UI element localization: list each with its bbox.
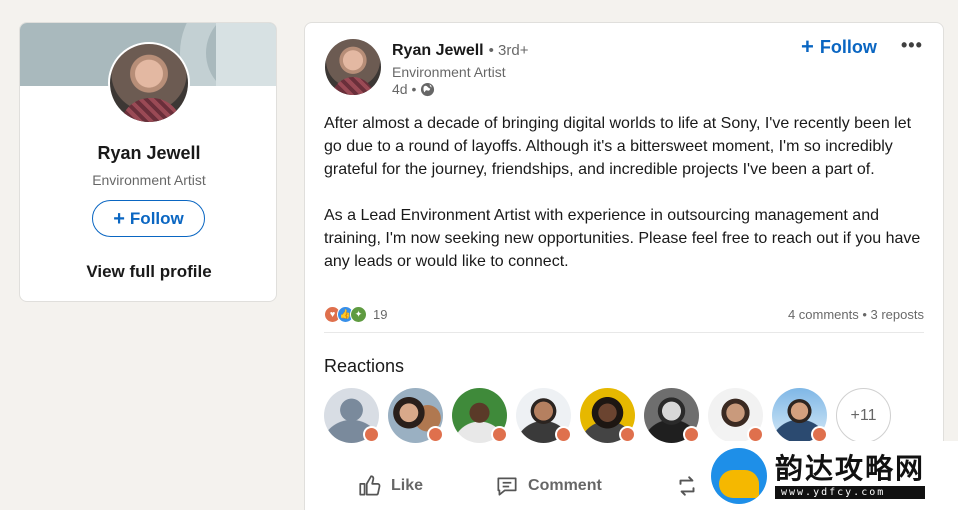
banner-decoration-right xyxy=(216,23,276,86)
view-full-profile-link[interactable]: View full profile xyxy=(20,262,276,282)
profile-avatar[interactable] xyxy=(108,42,190,124)
reactor-avatar[interactable] xyxy=(452,388,508,443)
reaction-summary[interactable]: ♥ 👍 ✦ 19 xyxy=(324,305,388,323)
reactor-avatar[interactable] xyxy=(516,388,572,443)
post-card: Ryan Jewell • 3rd+ Environment Artist 4d… xyxy=(304,22,944,510)
post-timestamp: 4d • xyxy=(392,81,435,97)
love-badge-icon xyxy=(491,426,508,443)
love-badge-icon xyxy=(555,426,572,443)
more-reactors-button[interactable]: +11 xyxy=(836,388,891,443)
post-follow-label: Follow xyxy=(819,36,877,57)
more-options-icon[interactable]: ••• xyxy=(901,35,923,56)
post-author-line: Ryan Jewell • 3rd+ xyxy=(392,42,528,60)
love-badge-icon xyxy=(619,426,636,443)
profile-headline: Environment Artist xyxy=(92,172,206,188)
comment-button[interactable]: Comment xyxy=(494,473,602,499)
profile-card: Ryan Jewell Environment Artist + Follow … xyxy=(19,22,277,302)
reaction-count: 19 xyxy=(373,306,388,322)
reactions-title: Reactions xyxy=(324,356,405,376)
love-badge-icon xyxy=(683,426,700,443)
support-reaction-icon: ✦ xyxy=(350,305,367,323)
reactor-avatar[interactable] xyxy=(772,388,828,443)
comments-reposts-count[interactable]: 4 comments • 3 reposts xyxy=(788,307,924,322)
connection-degree: • 3rd+ xyxy=(488,42,529,59)
reactor-avatar[interactable] xyxy=(388,388,444,443)
reactor-avatar[interactable] xyxy=(580,388,636,443)
post-author-name[interactable]: Ryan Jewell xyxy=(392,42,484,60)
divider xyxy=(324,332,924,333)
post-paragraph: As a Lead Environment Artist with experi… xyxy=(324,207,921,270)
plus-icon: + xyxy=(113,207,125,230)
love-badge-icon xyxy=(427,426,444,443)
post-paragraph: After almost a decade of bringing digita… xyxy=(324,115,912,178)
comment-label: Comment xyxy=(528,477,602,494)
love-badge-icon xyxy=(363,426,380,443)
like-button[interactable]: Like xyxy=(357,473,423,499)
post-author-title: Environment Artist xyxy=(392,64,506,80)
reactor-avatar[interactable] xyxy=(324,388,380,443)
profile-name[interactable]: Ryan Jewell xyxy=(20,143,276,164)
plus-icon: + xyxy=(801,34,814,59)
reactor-avatar[interactable] xyxy=(708,388,764,443)
watermark-text: 韵达攻略网 www.ydfcy.com xyxy=(775,452,926,499)
social-counts: ♥ 👍 ✦ 19 4 comments • 3 reposts xyxy=(324,304,924,324)
profile-follow-button[interactable]: + Follow xyxy=(92,200,205,237)
watermark-title: 韵达攻略网 xyxy=(775,452,926,485)
reactor-list: +11 xyxy=(324,388,891,443)
globe-icon xyxy=(421,82,435,96)
reactor-avatar[interactable] xyxy=(644,388,700,443)
avatar-shirt xyxy=(120,98,182,122)
repost-icon xyxy=(679,476,695,496)
post-body: After almost a decade of bringing digita… xyxy=(324,112,924,296)
post-author-avatar[interactable] xyxy=(325,39,381,95)
avatar-shirt xyxy=(332,77,374,95)
post-time-text: 4d • xyxy=(392,81,417,97)
profile-follow-label: Follow xyxy=(129,208,184,228)
watermark-url: www.ydfcy.com xyxy=(775,486,926,499)
like-icon xyxy=(359,475,381,496)
comment-icon xyxy=(497,477,517,496)
watermark-logo-icon xyxy=(711,447,767,504)
watermark: 韵达攻略网 www.ydfcy.com xyxy=(703,441,958,510)
post-follow-button[interactable]: + Follow xyxy=(801,36,877,58)
like-label: Like xyxy=(391,477,424,494)
